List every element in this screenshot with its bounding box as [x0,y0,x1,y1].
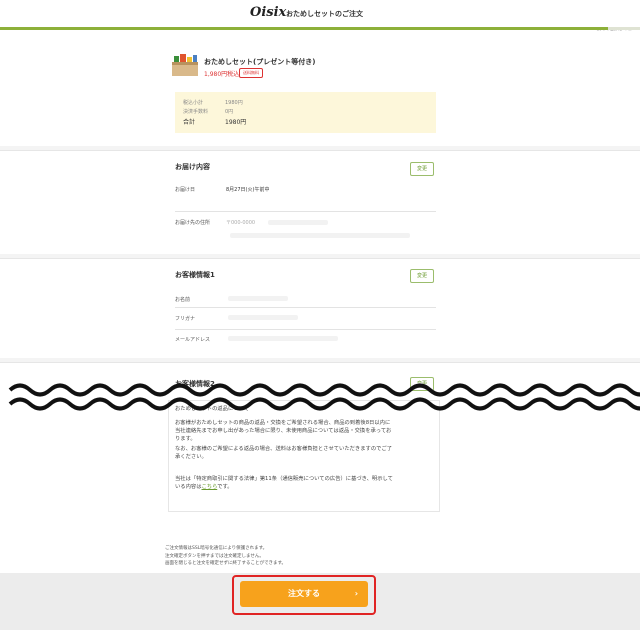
delivery-address-label: お届け先の住所 [175,220,211,226]
redacted-address [268,220,328,225]
footer-notes-area [0,537,640,573]
product-thumbnail [172,54,198,76]
place-order-label: 注文する [288,589,320,598]
progress-fill [0,27,608,30]
divider [175,329,436,330]
email-label: メールアドレス [175,337,211,343]
delivery-date-label: お届け日 [175,187,196,193]
progress-bar [0,27,640,30]
notice-line-with-link: いる内容はこちらです。 [175,483,437,491]
footer-note: 画面を閉じると注文を確定せずに終了することができます。 [165,561,287,566]
wavy-cut-marker [8,383,640,411]
redacted-name [228,296,288,301]
notice-line: 承ください。 [175,454,207,460]
total-value: 1980円 [225,119,247,126]
notice-line: ります。 [175,436,196,442]
notice-text: いる内容は [175,484,202,490]
redacted-email [228,336,338,341]
total-row: 合計 1980円 [183,117,246,126]
divider [175,211,436,212]
page-title: おためしセットのご注文 [286,10,363,18]
product-name: おためしセット(プレゼント等付き) [204,58,316,66]
delivery-address-value: 〒000-0000 [226,220,256,226]
fee-label: 決済手数料 [183,109,209,115]
divider [175,307,436,308]
name-label: お名前 [175,297,191,303]
delivery-section [0,150,640,254]
price-summary: 税込小計 1980円 決済手数料 0円 合計 1980円 [175,92,436,133]
notice-text: です。 [217,484,233,490]
place-order-button[interactable]: 注文する › [240,581,368,607]
subtotal-row: 税込小計 1980円 [183,99,243,106]
fee-row: 決済手数料 0円 [183,108,233,115]
subtotal-label: 税込小計 [183,100,204,106]
customer1-title: お客様情報1 [175,271,215,279]
chevron-right-icon: › [354,589,358,598]
footer-notes: ご注文情報はSSL暗号化通信により保護されます。 注文確定ボタンを押すまでは注文… [165,545,286,568]
fee-value: 0円 [225,109,234,115]
delivery-title: お届け内容 [175,163,210,171]
free-shipping-badge: 送料無料 [239,68,263,78]
footer-note: ご注文情報はSSL暗号化通信により保護されます。 [165,546,268,551]
product-price: 1,980円税込 [204,71,240,78]
redacted-address-line2 [230,233,410,238]
total-label: 合計 [183,119,196,126]
redacted-kana [228,315,298,320]
kana-label: フリガナ [175,316,196,322]
legal-notice-link[interactable]: こちら [202,484,218,490]
delivery-change-button[interactable]: 変更 [410,162,434,176]
page-header: Oisix おためしセットのご注文 [0,0,640,28]
subtotal-value: 1980円 [225,100,243,106]
customer1-change-button[interactable]: 変更 [410,269,434,283]
footer-note: 注文確定ボタンを押すまでは注文確定しません。 [165,553,264,559]
delivery-date-value: 8月27日(火)午前中 [226,187,270,193]
oisix-logo[interactable]: Oisix [250,5,286,20]
customer1-section [0,258,640,358]
